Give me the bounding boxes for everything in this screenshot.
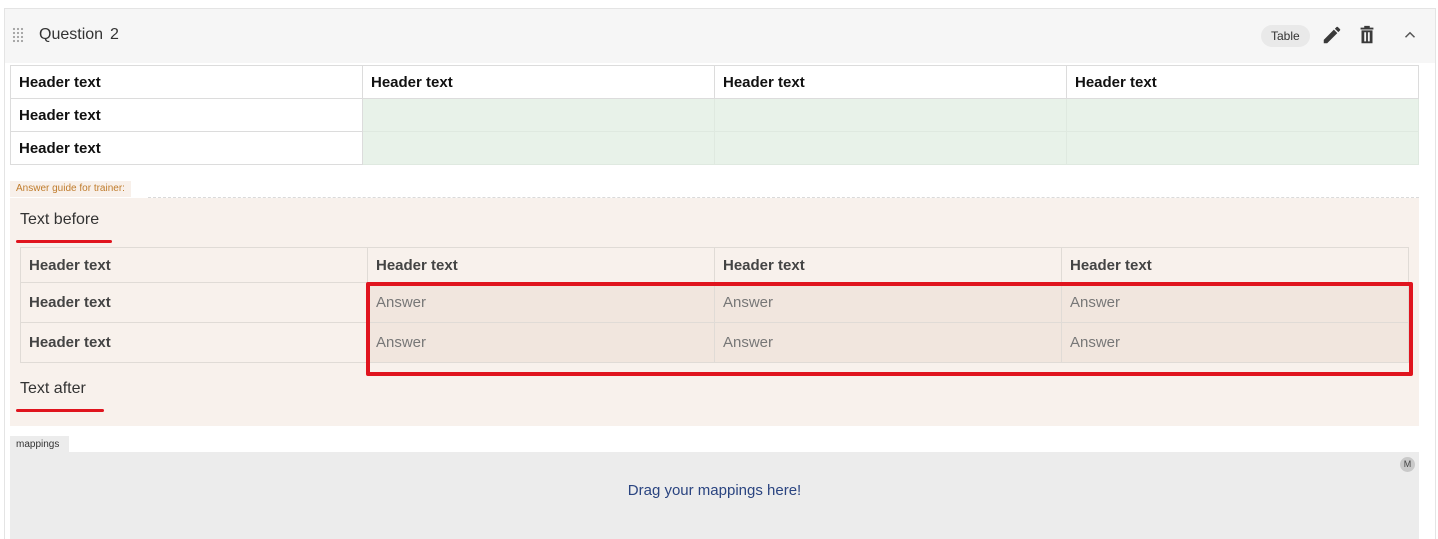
drag-handle-icon[interactable] bbox=[12, 27, 24, 43]
table-cell[interactable] bbox=[362, 98, 715, 132]
table-cell[interactable] bbox=[362, 131, 715, 165]
table-row: Header text bbox=[10, 131, 1419, 165]
table-row: Header text bbox=[10, 98, 1419, 132]
table-header-cell[interactable]: Header text bbox=[20, 247, 368, 283]
divider bbox=[148, 197, 1419, 198]
row-header-cell[interactable]: Header text bbox=[20, 282, 368, 323]
answer-guide-label: Answer guide for trainer: bbox=[10, 181, 131, 197]
question-header: Question 2 Table bbox=[5, 9, 1435, 63]
mappings-badge: M bbox=[1400, 457, 1415, 472]
table-header-cell[interactable]: Header text bbox=[367, 247, 715, 283]
annotation-underline bbox=[16, 240, 112, 243]
table-header-cell[interactable]: Header text bbox=[1066, 65, 1419, 99]
annotation-underline bbox=[16, 409, 104, 412]
table-cell[interactable] bbox=[1066, 131, 1419, 165]
question-type-chip[interactable]: Table bbox=[1261, 25, 1310, 47]
text-before[interactable]: Text before bbox=[20, 211, 99, 229]
table-header-cell[interactable]: Header text bbox=[714, 247, 1062, 283]
annotation-highlight-box bbox=[366, 282, 1413, 376]
trash-icon[interactable] bbox=[1356, 24, 1378, 46]
table-header-cell[interactable]: Header text bbox=[1061, 247, 1409, 283]
table-header-row: Header text Header text Header text Head… bbox=[20, 247, 1409, 283]
row-header-cell[interactable]: Header text bbox=[10, 131, 363, 165]
table-cell[interactable] bbox=[714, 131, 1067, 165]
question-title: Question 2 bbox=[39, 26, 126, 44]
table-cell[interactable] bbox=[714, 98, 1067, 132]
table-cell[interactable] bbox=[1066, 98, 1419, 132]
pencil-icon[interactable] bbox=[1321, 24, 1343, 46]
table-header-cell[interactable]: Header text bbox=[10, 65, 363, 99]
question-number: 2 bbox=[110, 26, 119, 43]
text-after[interactable]: Text after bbox=[20, 380, 86, 398]
mappings-tab: mappings bbox=[10, 436, 70, 453]
question-title-label: Question bbox=[39, 26, 104, 43]
table-header-row: Header text Header text Header text Head… bbox=[10, 65, 1419, 99]
row-header-cell[interactable]: Header text bbox=[10, 98, 363, 132]
table-header-cell[interactable]: Header text bbox=[362, 65, 715, 99]
mappings-drop-text: Drag your mappings here! bbox=[627, 482, 802, 499]
question-table: Header text Header text Header text Head… bbox=[10, 65, 1419, 165]
chevron-up-icon[interactable] bbox=[1401, 26, 1419, 44]
table-header-cell[interactable]: Header text bbox=[714, 65, 1067, 99]
row-header-cell[interactable]: Header text bbox=[20, 322, 368, 363]
